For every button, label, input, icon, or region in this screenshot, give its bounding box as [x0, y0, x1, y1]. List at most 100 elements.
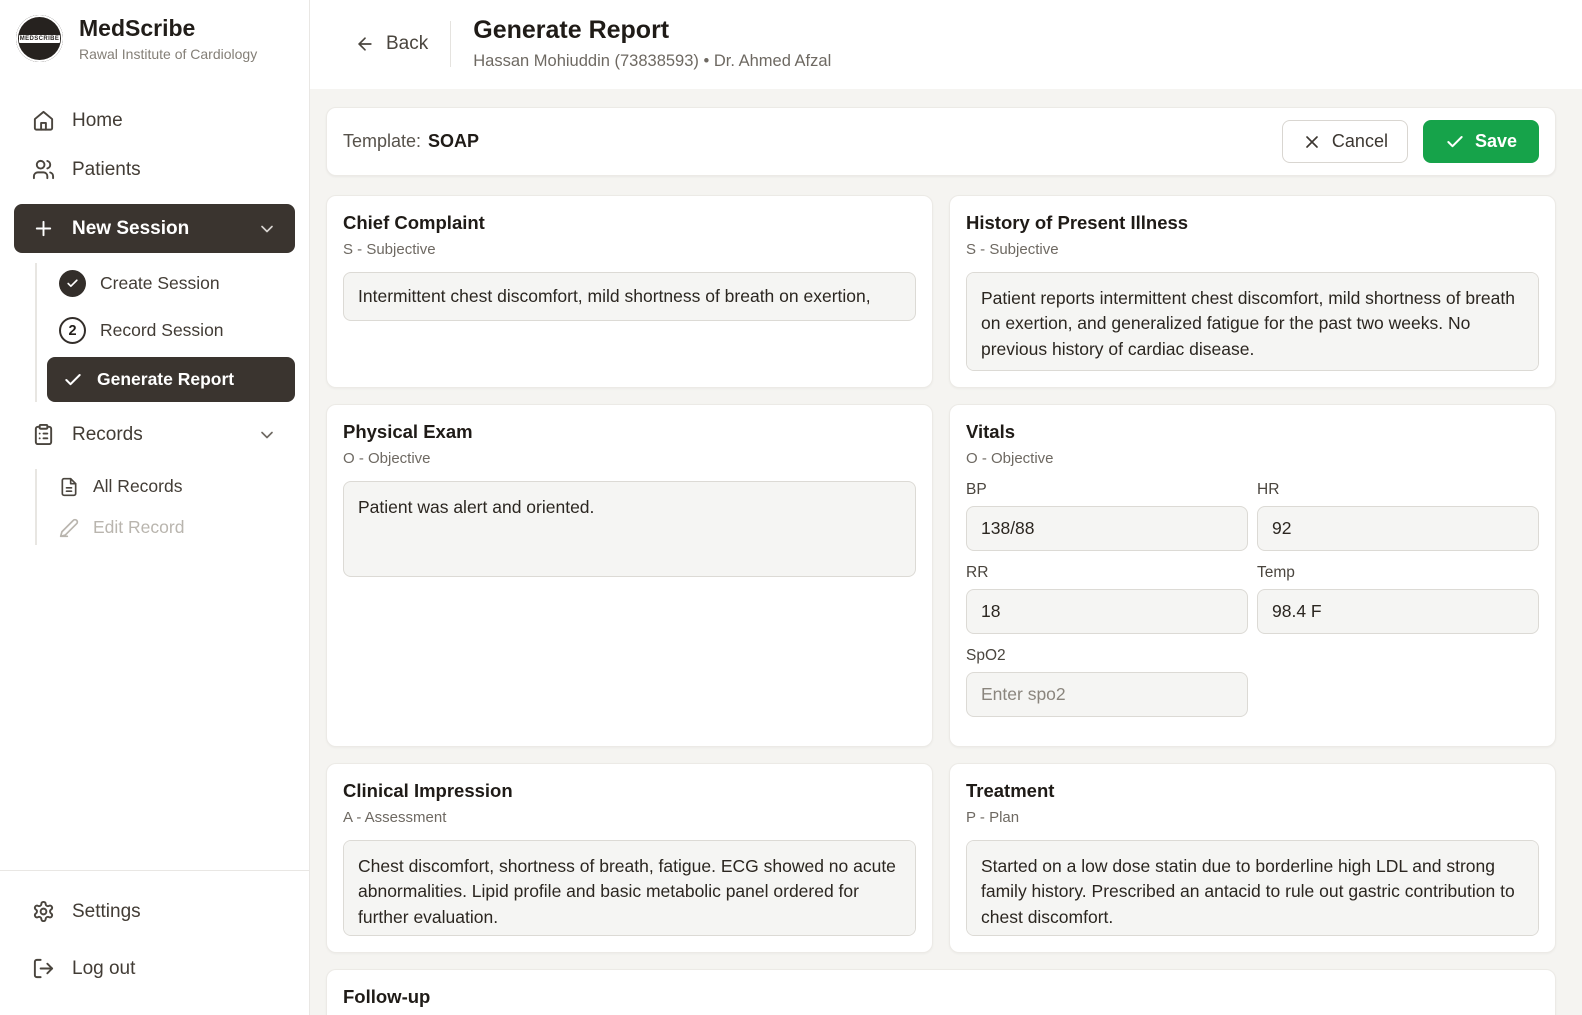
sidebar-item-generate-report[interactable]: Generate Report — [47, 357, 295, 402]
sidebar-item-label: Log out — [72, 957, 136, 979]
template-label: Template: — [343, 131, 422, 151]
gear-icon — [33, 900, 54, 923]
check-icon — [65, 373, 81, 385]
treatment-textarea[interactable]: Started on a low dose statin due to bord… — [966, 840, 1539, 936]
check-icon — [1447, 135, 1463, 147]
rr-input[interactable] — [966, 589, 1248, 634]
card-title: Clinical Impression — [343, 780, 513, 801]
sidebar-item-home[interactable]: Home — [14, 96, 295, 145]
vitals-field-bp: BP — [966, 481, 1248, 551]
content-area: Template: SOAP Cancel Save Chief Complai… — [310, 89, 1582, 1015]
vitals-field-temp: Temp — [1257, 564, 1539, 634]
template-toolbar: Template: SOAP Cancel Save — [326, 107, 1556, 176]
brand-name: MedScribe — [79, 15, 196, 41]
chief-complaint-input[interactable] — [343, 272, 916, 321]
vitals-label: Temp — [1257, 564, 1295, 581]
sidebar-item-create-session[interactable]: Create Session — [47, 263, 295, 304]
sidebar-item-label: Settings — [72, 900, 141, 922]
main-area: Back Generate Report Hassan Mohiuddin (7… — [310, 0, 1582, 1015]
sidebar-item-logout[interactable]: Log out — [14, 944, 295, 993]
save-button[interactable]: Save — [1422, 120, 1539, 163]
card-title: History of Present Illness — [966, 212, 1189, 233]
temp-input[interactable] — [1257, 589, 1539, 634]
sidebar-item-all-records[interactable]: All Records — [47, 469, 295, 504]
soap-tag: O - Objective — [966, 450, 1054, 467]
clinical-impression-card: Clinical Impression A - Assessment Chest… — [326, 763, 933, 953]
card-title: Vitals — [966, 421, 1016, 442]
sidebar-item-label: Edit Record — [93, 517, 185, 537]
pencil-icon — [59, 518, 79, 537]
card-title: Treatment — [966, 780, 1055, 801]
logout-icon — [33, 958, 54, 979]
vitals-label: BP — [966, 481, 987, 498]
sidebar-item-patients[interactable]: Patients — [14, 145, 295, 194]
sidebar-item-label: New Session — [72, 217, 190, 239]
toolbar-actions: Cancel Save — [1281, 120, 1539, 163]
hr-input[interactable] — [1257, 506, 1539, 551]
plus-icon — [35, 220, 52, 237]
patients-icon — [32, 159, 55, 180]
template-value: SOAP — [428, 131, 480, 151]
card-title: Chief Complaint — [343, 212, 485, 233]
history-present-illness-card: History of Present Illness S - Subjectiv… — [949, 195, 1556, 388]
step-complete-icon — [59, 270, 86, 297]
sidebar-nav: Home Patients New Session Create Session… — [0, 70, 309, 870]
vitals-field-rr: RR — [966, 564, 1248, 634]
sidebar-item-label: Generate Report — [97, 369, 235, 389]
soap-tag: O - Objective — [343, 450, 431, 467]
brand: MEDSCRIBE MedScribe Rawal Institute of C… — [0, 0, 309, 70]
card-title: Follow-up — [343, 986, 431, 1007]
records-clipboard-icon — [34, 423, 53, 446]
patient-doctor-subtitle: Hassan Mohiuddin (73838593) • Dr. Ahmed … — [473, 52, 832, 70]
soap-tag: S - Subjective — [343, 241, 436, 258]
spo2-input[interactable] — [966, 672, 1248, 717]
step-number-badge: 2 — [59, 317, 86, 344]
back-button[interactable]: Back — [355, 33, 428, 55]
sidebar-item-settings[interactable]: Settings — [14, 887, 295, 936]
vitals-field-spo2: SpO2 — [966, 647, 1248, 717]
document-icon — [61, 477, 77, 496]
medscribe-logo-icon: MEDSCRIBE — [16, 15, 63, 62]
chevron-down-icon — [261, 431, 273, 438]
physical-exam-textarea[interactable]: Patient was alert and oriented. — [343, 481, 916, 577]
vitals-card: Vitals O - Objective BP HR RR — [949, 404, 1556, 747]
sidebar-footer: Settings Log out — [0, 870, 309, 1015]
vitals-label: RR — [966, 564, 989, 581]
physical-exam-card: Physical Exam O - Objective Patient was … — [326, 404, 933, 747]
home-icon — [33, 110, 54, 131]
sidebar-item-label: Home — [72, 109, 123, 131]
cancel-button[interactable]: Cancel — [1281, 120, 1408, 163]
vitals-label: SpO2 — [966, 647, 1006, 664]
soap-tag: A - Assessment — [343, 809, 447, 826]
chevron-down-icon — [261, 225, 273, 232]
sidebar-item-edit-record: Edit Record — [47, 510, 295, 545]
clinical-impression-textarea[interactable]: Chest discomfort, shortness of breath, f… — [343, 840, 916, 936]
sidebar-item-new-session[interactable]: New Session — [14, 204, 295, 253]
vitals-grid: BP HR RR Temp — [966, 481, 1539, 730]
history-present-illness-textarea[interactable]: Patient reports intermittent chest disco… — [966, 272, 1539, 371]
sidebar-item-label: Record Session — [100, 320, 224, 340]
sidebar-item-record-session[interactable]: 2 Record Session — [47, 310, 295, 351]
vitals-label: HR — [1257, 481, 1280, 498]
report-fields-grid: Chief Complaint S - Subjective History o… — [326, 195, 1556, 1015]
card-title: Physical Exam — [343, 421, 473, 442]
new-session-subnav: Create Session 2 Record Session Generate… — [35, 263, 295, 402]
sidebar-item-label: Patients — [72, 158, 141, 180]
page-header: Back Generate Report Hassan Mohiuddin (7… — [310, 0, 1582, 89]
arrow-left-icon — [358, 36, 372, 51]
save-label: Save — [1474, 131, 1517, 151]
chief-complaint-card: Chief Complaint S - Subjective — [326, 195, 933, 388]
sidebar-item-label: Records — [72, 423, 143, 445]
vitals-field-hr: HR — [1257, 481, 1539, 551]
records-subnav: All Records Edit Record — [35, 469, 295, 545]
follow-up-card: Follow-up P - Plan — [326, 969, 1556, 1015]
soap-tag: S - Subjective — [966, 241, 1059, 258]
soap-tag: P - Plan — [966, 809, 1020, 826]
cancel-label: Cancel — [1331, 131, 1388, 151]
page-title: Generate Report — [473, 16, 670, 44]
sidebar-item-records[interactable]: Records — [14, 410, 295, 459]
close-icon — [1306, 135, 1318, 148]
treatment-card: Treatment P - Plan Started on a low dose… — [949, 763, 1556, 953]
sidebar-item-label: Create Session — [100, 273, 220, 293]
bp-input[interactable] — [966, 506, 1248, 551]
